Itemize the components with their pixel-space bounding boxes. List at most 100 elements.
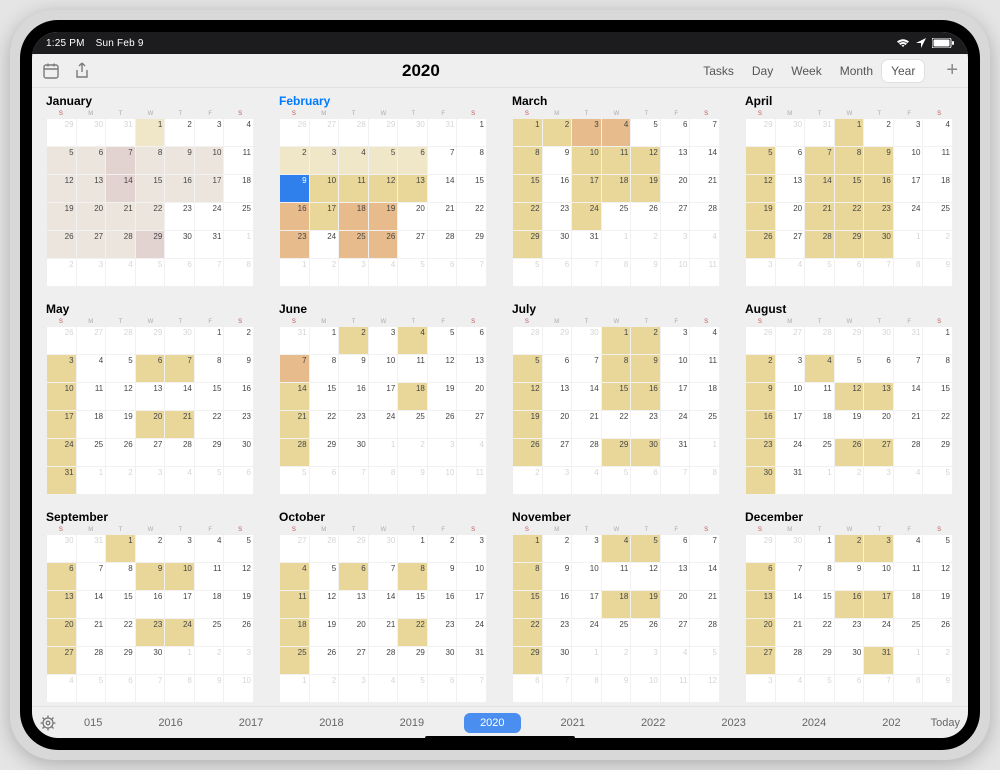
day-cell[interactable]: 22: [513, 203, 543, 231]
day-cell[interactable]: 23: [136, 619, 166, 647]
day-cell[interactable]: 7: [864, 259, 894, 287]
day-cell[interactable]: 11: [195, 563, 225, 591]
day-cell[interactable]: 1: [894, 647, 924, 675]
day-cell[interactable]: 30: [776, 119, 806, 147]
day-cell[interactable]: 10: [428, 467, 458, 495]
day-cell[interactable]: 12: [631, 147, 661, 175]
day-cell[interactable]: 6: [543, 355, 573, 383]
day-cell[interactable]: 31: [106, 119, 136, 147]
day-cell[interactable]: 21: [428, 203, 458, 231]
day-cell[interactable]: 19: [631, 175, 661, 203]
day-cell[interactable]: 25: [602, 619, 632, 647]
month-january[interactable]: JanuarySMTWTFS29303112345678910111213141…: [46, 94, 255, 288]
day-cell[interactable]: 6: [310, 467, 340, 495]
day-cell[interactable]: 3: [661, 231, 691, 259]
day-cell[interactable]: 21: [572, 411, 602, 439]
day-cell[interactable]: 22: [195, 411, 225, 439]
day-cell[interactable]: 18: [339, 203, 369, 231]
day-cell[interactable]: 4: [224, 119, 254, 147]
day-cell[interactable]: 6: [746, 563, 776, 591]
day-cell[interactable]: 21: [77, 619, 107, 647]
month-may[interactable]: MaySMTWTFS262728293012345678910111213141…: [46, 302, 255, 496]
day-cell[interactable]: 10: [165, 563, 195, 591]
day-cell[interactable]: 25: [398, 411, 428, 439]
day-cell[interactable]: 13: [864, 383, 894, 411]
day-cell[interactable]: 12: [106, 383, 136, 411]
day-cell[interactable]: 9: [923, 675, 953, 703]
day-cell[interactable]: 27: [776, 231, 806, 259]
timeline-year[interactable]: 015: [68, 713, 118, 733]
day-cell[interactable]: 24: [310, 231, 340, 259]
share-icon[interactable]: [74, 62, 90, 80]
day-cell[interactable]: 17: [195, 175, 225, 203]
day-cell[interactable]: 5: [106, 355, 136, 383]
day-cell[interactable]: 6: [47, 563, 77, 591]
day-cell[interactable]: 9: [543, 147, 573, 175]
day-cell[interactable]: 29: [398, 647, 428, 675]
day-cell[interactable]: 25: [894, 619, 924, 647]
day-cell[interactable]: 15: [195, 383, 225, 411]
day-cell[interactable]: 7: [165, 355, 195, 383]
day-cell[interactable]: 30: [572, 327, 602, 355]
day-cell[interactable]: 28: [513, 327, 543, 355]
day-cell[interactable]: 3: [572, 119, 602, 147]
calendar-icon[interactable]: [42, 62, 60, 80]
day-cell[interactable]: 5: [428, 327, 458, 355]
day-cell[interactable]: 9: [165, 147, 195, 175]
day-cell[interactable]: 14: [894, 383, 924, 411]
day-cell[interactable]: 24: [457, 619, 487, 647]
month-december[interactable]: DecemberSMTWTFS2930123456789101112131415…: [745, 510, 954, 704]
day-cell[interactable]: 27: [47, 647, 77, 675]
day-cell[interactable]: 15: [805, 591, 835, 619]
day-cell[interactable]: 11: [398, 355, 428, 383]
day-cell[interactable]: 7: [457, 675, 487, 703]
day-cell[interactable]: 1: [457, 119, 487, 147]
day-cell[interactable]: 23: [543, 619, 573, 647]
day-cell[interactable]: 4: [894, 535, 924, 563]
day-cell[interactable]: 2: [543, 535, 573, 563]
day-cell[interactable]: 30: [398, 119, 428, 147]
day-cell[interactable]: 12: [224, 563, 254, 591]
timeline-year[interactable]: 2021: [545, 713, 601, 733]
month-august[interactable]: AugustSMTWTFS262728293031123456789101112…: [745, 302, 954, 496]
day-cell[interactable]: 16: [339, 383, 369, 411]
day-cell[interactable]: 16: [746, 411, 776, 439]
day-cell[interactable]: 25: [339, 231, 369, 259]
day-cell[interactable]: 8: [513, 147, 543, 175]
day-cell[interactable]: 21: [805, 203, 835, 231]
day-cell[interactable]: 1: [572, 647, 602, 675]
day-cell[interactable]: 25: [195, 619, 225, 647]
day-cell[interactable]: 9: [280, 175, 310, 203]
day-cell[interactable]: 30: [746, 467, 776, 495]
day-cell[interactable]: 22: [106, 619, 136, 647]
day-cell[interactable]: 10: [894, 147, 924, 175]
day-cell[interactable]: 7: [136, 675, 166, 703]
day-cell[interactable]: 4: [165, 467, 195, 495]
day-cell[interactable]: 6: [543, 259, 573, 287]
year-timeline[interactable]: 0152016201720182019202020212022202320242…: [32, 706, 968, 738]
day-cell[interactable]: 26: [47, 231, 77, 259]
day-cell[interactable]: 21: [690, 175, 720, 203]
day-cell[interactable]: 10: [224, 675, 254, 703]
day-cell[interactable]: 18: [224, 175, 254, 203]
day-cell[interactable]: 4: [339, 147, 369, 175]
day-cell[interactable]: 2: [835, 467, 865, 495]
day-cell[interactable]: 26: [631, 203, 661, 231]
day-cell[interactable]: 8: [805, 563, 835, 591]
day-cell[interactable]: 2: [339, 327, 369, 355]
day-cell[interactable]: 22: [398, 619, 428, 647]
day-cell[interactable]: 28: [339, 119, 369, 147]
day-cell[interactable]: 30: [339, 439, 369, 467]
day-cell[interactable]: 19: [428, 383, 458, 411]
day-cell[interactable]: 1: [690, 439, 720, 467]
day-cell[interactable]: 3: [428, 439, 458, 467]
day-cell[interactable]: 14: [776, 591, 806, 619]
day-cell[interactable]: 1: [513, 119, 543, 147]
day-cell[interactable]: 4: [572, 467, 602, 495]
month-october[interactable]: OctoberSMTWTFS27282930123456789101112131…: [279, 510, 488, 704]
day-cell[interactable]: 10: [661, 355, 691, 383]
day-cell[interactable]: 8: [835, 147, 865, 175]
day-cell[interactable]: 3: [165, 535, 195, 563]
day-cell[interactable]: 3: [339, 259, 369, 287]
day-cell[interactable]: 5: [631, 535, 661, 563]
